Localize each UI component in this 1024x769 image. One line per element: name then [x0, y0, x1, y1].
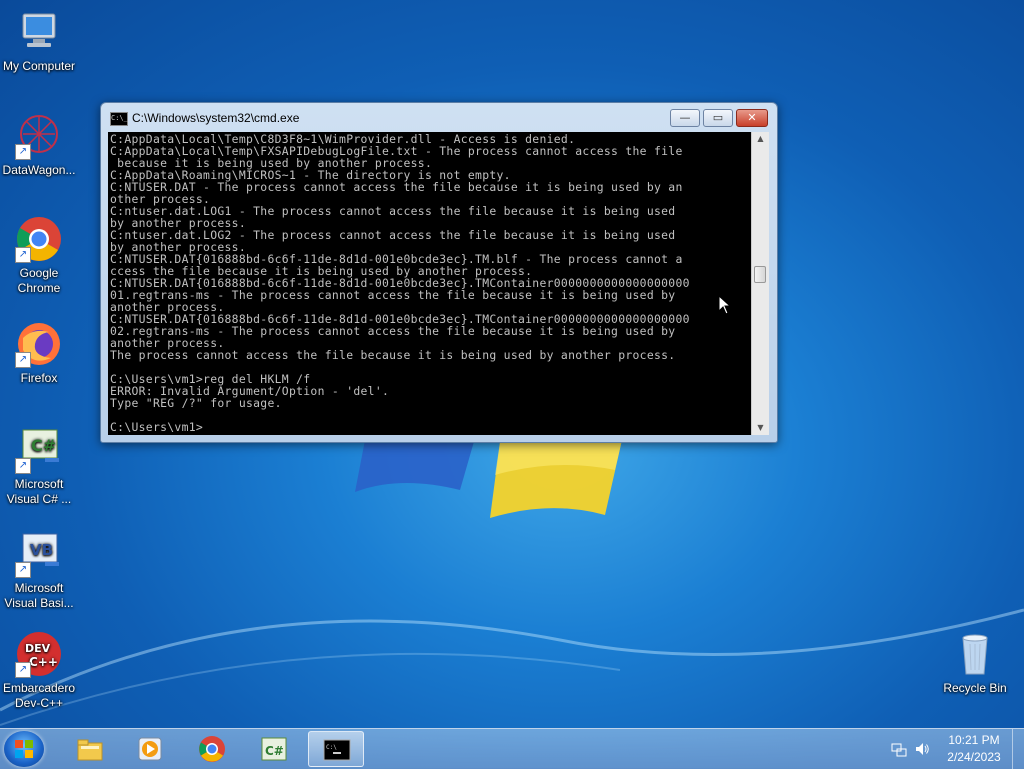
visual-csharp-icon: C# ↗ [15, 426, 63, 474]
desktop-icon-datawagon[interactable]: ↗ DataWagon... [0, 112, 78, 178]
taskbar-visual-csharp[interactable]: C# [246, 731, 302, 767]
cmd-window[interactable]: C:\_ C:\Windows\system32\cmd.exe — ▭ ✕ C… [100, 102, 778, 443]
desktop-icon-my-computer[interactable]: My Computer [0, 8, 78, 74]
recycle-bin-icon [951, 630, 999, 678]
vertical-scrollbar[interactable]: ▲ ▼ [751, 132, 769, 435]
cmd-icon: C:\ [323, 739, 351, 761]
chrome-icon [199, 736, 225, 762]
volume-icon[interactable] [914, 741, 930, 757]
start-orb-icon [15, 740, 33, 758]
shortcut-arrow-icon: ↗ [15, 662, 31, 678]
shortcut-arrow-icon: ↗ [15, 458, 31, 474]
shortcut-arrow-icon: ↗ [15, 144, 31, 160]
desktop-icon-firefox[interactable]: ↗ Firefox [0, 320, 78, 386]
taskbar-explorer[interactable] [62, 731, 118, 767]
svg-text:VB: VB [30, 541, 53, 559]
visual-basic-icon: VB ↗ [15, 530, 63, 578]
scroll-up-arrow-icon[interactable]: ▲ [752, 132, 769, 146]
console-output[interactable]: C:AppData\Local\Temp\C8D3F8~1\WimProvide… [108, 132, 751, 435]
firefox-icon: ↗ [15, 320, 63, 368]
chrome-icon: ↗ [15, 215, 63, 263]
close-button[interactable]: ✕ [736, 109, 768, 127]
svg-text:C:\: C:\ [326, 744, 337, 751]
shortcut-arrow-icon: ↗ [15, 352, 31, 368]
desktop-icon-label: Google Chrome [17, 266, 61, 295]
system-tray: 10:21 PM 2/24/2023 [888, 729, 1024, 769]
window-title: C:\Windows\system32\cmd.exe [132, 111, 300, 125]
shortcut-arrow-icon: ↗ [15, 562, 31, 578]
desktop-icon-chrome[interactable]: ↗ Google Chrome [0, 215, 78, 296]
taskbar-media-player[interactable] [122, 731, 178, 767]
svg-text:C#: C# [265, 744, 284, 758]
taskbar-chrome[interactable] [184, 731, 240, 767]
show-desktop-button[interactable] [1012, 729, 1024, 769]
desktop-icon-label: Embarcadero Dev-C++ [2, 681, 76, 710]
datawagon-icon: ↗ [15, 112, 63, 160]
svg-text:C#: C# [31, 436, 56, 455]
media-player-icon [138, 737, 162, 761]
scroll-down-arrow-icon[interactable]: ▼ [752, 421, 769, 435]
explorer-icon [77, 739, 103, 761]
desktop-icon-label: Microsoft Visual Basi... [4, 581, 74, 610]
wallpaper-swoosh [0, 608, 1024, 726]
svg-text:C++: C++ [29, 655, 58, 669]
visual-csharp-icon: C# [261, 737, 287, 761]
start-button[interactable] [4, 731, 44, 767]
desktop-icon-label: Microsoft Visual C# ... [6, 477, 72, 506]
desktop-icon-label: DataWagon... [2, 163, 76, 177]
taskbar: C# C:\ 10:21 PM 2/24/2023 [0, 728, 1024, 769]
svg-text:DEV: DEV [25, 642, 51, 655]
devcpp-icon: DEV C++ ↗ [15, 630, 63, 678]
console-text: C:AppData\Local\Temp\C8D3F8~1\WimProvide… [110, 132, 690, 434]
network-icon[interactable] [891, 741, 907, 757]
cmd-icon: C:\_ [110, 112, 128, 126]
maximize-button[interactable]: ▭ [703, 109, 733, 127]
clock-time[interactable]: 10:21 PM [944, 733, 1004, 747]
desktop-icon-label: My Computer [2, 59, 76, 73]
minimize-button[interactable]: — [670, 109, 700, 127]
desktop-icon-visual-basic[interactable]: VB ↗ Microsoft Visual Basi... [0, 530, 78, 611]
mouse-cursor-icon [718, 295, 732, 315]
window-titlebar[interactable]: C:\_ C:\Windows\system32\cmd.exe — ▭ ✕ [101, 103, 777, 133]
desktop-icon-devcpp[interactable]: DEV C++ ↗ Embarcadero Dev-C++ [0, 630, 78, 711]
computer-icon [15, 8, 63, 56]
desktop-icon-recycle-bin[interactable]: Recycle Bin [936, 630, 1014, 696]
taskbar-cmd[interactable]: C:\ [308, 731, 364, 767]
shortcut-arrow-icon: ↗ [15, 247, 31, 263]
desktop-icon-label: Firefox [20, 371, 58, 385]
desktop-icon-visual-csharp[interactable]: C# ↗ Microsoft Visual C# ... [0, 426, 78, 507]
desktop-icon-label: Recycle Bin [943, 681, 1007, 695]
scrollbar-thumb[interactable] [754, 266, 766, 283]
clock-date[interactable]: 2/24/2023 [944, 750, 1004, 764]
